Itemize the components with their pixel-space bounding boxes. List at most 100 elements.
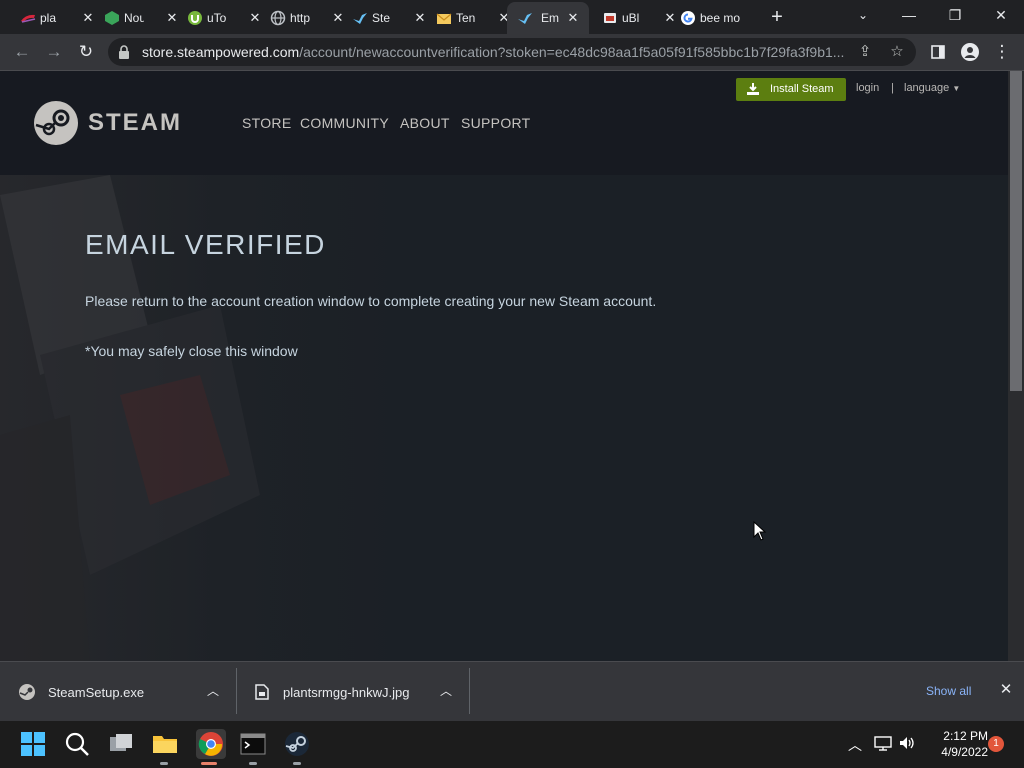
tab-8[interactable]: uBl ✕ (602, 4, 675, 32)
close-icon[interactable]: ✕ (998, 682, 1014, 698)
scrollbar-thumb[interactable] (1010, 71, 1022, 391)
close-icon[interactable]: ✕ (565, 10, 581, 26)
windows-start-icon[interactable] (20, 731, 46, 757)
chevron-up-icon[interactable]: ︿ (206, 684, 220, 698)
close-window-button[interactable]: ✕ (978, 0, 1024, 30)
url-text: store.steampowered.com/account/newaccoun… (142, 44, 848, 60)
steam-logo-icon (34, 101, 78, 145)
close-icon[interactable]: ✕ (247, 10, 263, 26)
language-dropdown[interactable]: language ▼ (904, 82, 960, 94)
tab-title: Nou (124, 11, 144, 25)
file-explorer-icon[interactable] (152, 731, 178, 757)
download-item-2[interactable]: plantsrmgg-hnkwJ.jpg (255, 662, 409, 722)
browser-toolbar: ← → ↻ store.steampowered.com/account/new… (0, 34, 1024, 71)
download-filename: SteamSetup.exe (48, 684, 145, 700)
header-separator: | (891, 82, 894, 94)
install-steam-button[interactable]: Install Steam (736, 78, 846, 101)
network-icon[interactable] (874, 735, 892, 754)
steam-icon (352, 10, 368, 26)
verification-message: Please return to the account creation wi… (85, 293, 657, 309)
close-icon[interactable]: ✕ (662, 10, 678, 26)
lock-icon (118, 45, 130, 59)
tab-7-active[interactable]: Em ✕ (507, 2, 589, 34)
caret-down-icon: ▼ (952, 84, 961, 93)
windows-taskbar: ︿ 2:12 PM 4/9/2022 1 (0, 721, 1024, 768)
download-filename: plantsrmgg-hnkwJ.jpg (283, 684, 410, 700)
tab-4[interactable]: http ✕ (270, 4, 343, 32)
close-icon[interactable]: ✕ (412, 10, 428, 26)
utorrent-icon (187, 10, 203, 26)
tab-title: pla (40, 11, 57, 25)
close-icon[interactable]: ✕ (80, 10, 96, 26)
steam-header: STEAM STORE COMMUNITY ABOUT SUPPORT Inst… (0, 71, 1008, 175)
download-icon (745, 82, 761, 96)
download-shelf: SteamSetup.exe ︿ plantsrmgg-hnkwJ.jpg ︿ … (0, 661, 1024, 721)
nav-community[interactable]: COMMUNITY (300, 115, 389, 131)
url-path: /account/newaccountverification?stoken=e… (299, 44, 845, 60)
new-tab-button[interactable]: + (766, 6, 788, 28)
tab-9[interactable]: bee mo (680, 4, 748, 32)
tab-1[interactable]: pla ✕ (20, 4, 93, 32)
steam-wordmark: STEAM (88, 109, 182, 136)
address-bar[interactable]: store.steampowered.com/account/newaccoun… (108, 38, 916, 66)
close-icon[interactable]: ✕ (330, 10, 346, 26)
tab-6[interactable]: Ten ✕ (436, 4, 509, 32)
tab-title: http (290, 11, 310, 25)
tab-search-icon[interactable]: ⌄ (840, 0, 886, 30)
bookmark-star-icon[interactable]: ☆ (888, 43, 906, 61)
tab-title: uTo (207, 11, 227, 25)
chevron-up-icon[interactable]: ︿ (439, 684, 453, 698)
running-indicator (160, 762, 168, 765)
terminal-icon[interactable] (240, 731, 266, 757)
chrome-icon[interactable] (196, 729, 226, 759)
mail-icon (436, 10, 452, 26)
horizon-icon (20, 10, 36, 26)
clock-time: 2:12 PM (943, 729, 988, 743)
divider (236, 668, 237, 714)
green-cube-icon (104, 10, 120, 26)
reload-button[interactable]: ↻ (74, 40, 98, 64)
profile-icon[interactable] (958, 40, 982, 64)
steam-icon (517, 10, 533, 26)
side-panel-icon[interactable] (926, 40, 950, 64)
menu-kebab-icon[interactable]: ⋮ (990, 40, 1014, 64)
restore-button[interactable]: ❐ (932, 0, 978, 30)
download-item-1[interactable]: SteamSetup.exe (18, 662, 144, 722)
globe-icon (270, 10, 286, 26)
tab-title: Em (541, 11, 559, 25)
system-clock[interactable]: 2:12 PM 4/9/2022 (928, 728, 988, 760)
task-view-icon[interactable] (108, 731, 134, 757)
content-area: EMAIL VERIFIED Please return to the acco… (0, 175, 1008, 661)
nav-store[interactable]: STORE (242, 115, 291, 131)
tab-strip: pla ✕ Nou ✕ uTo ✕ http ✕ Ste ✕ Ten ✕ Em … (0, 0, 1024, 34)
volume-icon[interactable] (898, 735, 916, 754)
nav-support[interactable]: SUPPORT (461, 115, 531, 131)
tab-3[interactable]: uTo ✕ (187, 4, 260, 32)
running-indicator (293, 762, 301, 765)
running-indicator (249, 762, 257, 765)
minimize-button[interactable]: — (886, 0, 932, 30)
steam-icon[interactable] (284, 731, 310, 757)
tab-2[interactable]: Nou ✕ (104, 4, 177, 32)
clock-date: 4/9/2022 (941, 745, 988, 759)
search-icon[interactable] (64, 731, 90, 757)
tray-chevron-up-icon[interactable]: ︿ (848, 735, 862, 755)
back-button[interactable]: ← (10, 40, 34, 64)
tab-title: Ten (456, 11, 476, 25)
steam-logo[interactable]: STEAM (34, 99, 184, 147)
page-heading: EMAIL VERIFIED (85, 229, 326, 260)
active-indicator (201, 762, 217, 765)
google-icon (680, 10, 696, 26)
steam-icon (19, 684, 35, 700)
share-icon[interactable]: ⇪ (856, 43, 874, 61)
divider (469, 668, 470, 714)
login-link[interactable]: login (856, 82, 879, 94)
forward-button[interactable]: → (42, 40, 66, 64)
notification-badge[interactable]: 1 (988, 736, 1004, 752)
tab-5[interactable]: Ste ✕ (352, 4, 425, 32)
close-icon[interactable]: ✕ (164, 10, 180, 26)
show-all-downloads-button[interactable]: Show all (926, 684, 971, 698)
ublock-icon (602, 10, 618, 26)
nav-about[interactable]: ABOUT (400, 115, 450, 131)
tab-title: uBl (622, 11, 640, 25)
